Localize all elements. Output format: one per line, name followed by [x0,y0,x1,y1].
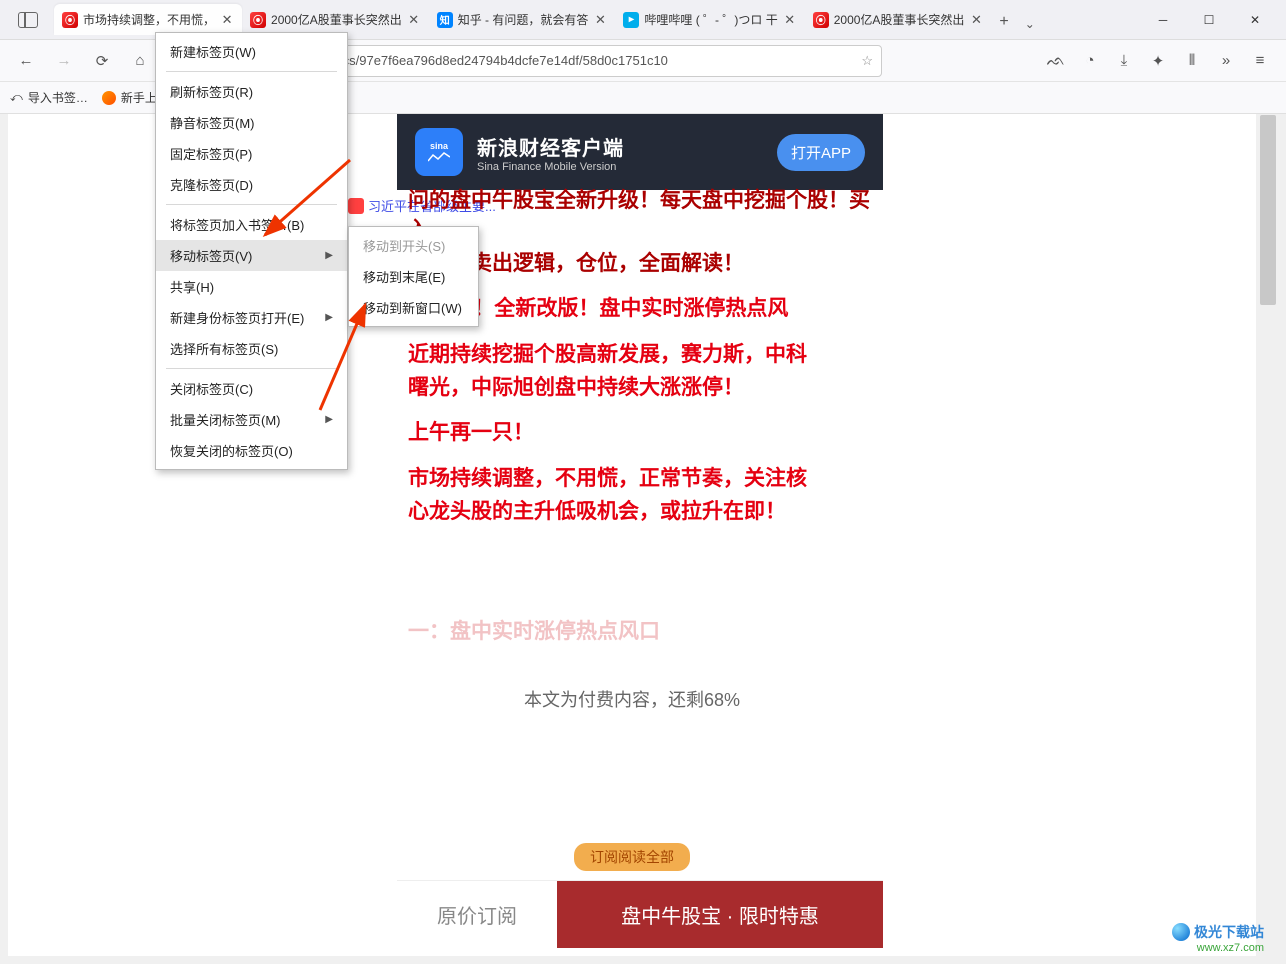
tab-0[interactable]: ⦿ 市场持续调整，不用慌， ✕ [54,4,242,35]
article-line: 上午再一只！ [408,418,876,447]
sina-icon: ⦿ [62,12,78,28]
firefox-icon [102,91,116,105]
menu-share[interactable]: 共享(H) [156,271,347,302]
chevron-right-icon: ▶ [325,414,333,425]
banner-title-cn: 新浪财经客户端 [477,132,763,161]
tab-title: 2000亿A股董事长突然出 [834,11,965,28]
app-banner: sina 新浪财经客户端 Sina Finance Mobile Version… [397,114,883,190]
download-icon[interactable]: ⤓ [1108,45,1140,77]
watermark-url: www.xz7.com [1197,942,1264,954]
close-icon[interactable]: ✕ [783,13,797,27]
article-section-heading: 一：盘中实时涨停热点风口 [408,617,876,646]
tab-title: 市场持续调整，不用慌， [83,11,215,28]
article-line: 曙光，中际旭创盘中持续大涨涨停！ [408,373,876,402]
subscribe-promo[interactable]: 盘中牛股宝 · 限时特惠 [557,881,883,948]
submenu-move-end[interactable]: 移动到末尾(E) [349,261,478,292]
menu-clone-tab[interactable]: 克隆标签页(D) [156,169,347,200]
close-icon[interactable]: ✕ [593,13,607,27]
bookmark-star-icon[interactable]: ☆ [861,53,873,69]
tab-4[interactable]: ⦿ 2000亿A股董事长突然出 ✕ [805,4,992,35]
library-icon[interactable]: ⫴ [1176,45,1208,77]
move-tab-submenu: 移动到开头(S) 移动到末尾(E) 移动到新窗口(W) [348,226,479,327]
menu-close-tab[interactable]: 关闭标签页(C) [156,373,347,404]
submenu-move-new-window[interactable]: 移动到新窗口(W) [349,292,478,323]
sina-app-logo: sina [415,128,463,176]
tab-list-button[interactable]: ⌄ [1017,13,1043,35]
tab-context-menu: 新建标签页(W) 刷新标签页(R) 静音标签页(M) 固定标签页(P) 克隆标签… [155,32,348,470]
maximize-button[interactable]: ☐ [1186,4,1232,36]
label: 新手上 [121,89,157,106]
close-icon[interactable]: ✕ [969,13,983,27]
home-button[interactable]: ⌂ [124,45,156,77]
toolbar-right: ᨒ ◔ ⤓ ✦ ⫴ » ≡ [1040,45,1276,77]
window-controls: ─ ☐ ✕ [1140,4,1278,36]
menu-pin-tab[interactable]: 固定标签页(P) [156,138,347,169]
close-icon[interactable]: ✕ [407,13,421,27]
extension-icon[interactable]: ✦ [1142,45,1174,77]
tab-3[interactable]: ▸ 哔哩哔哩 ( ゜- ゜)つロ 干 ✕ [615,4,804,35]
tab-title: 哔哩哔哩 ( ゜- ゜)つロ 干 [644,11,777,28]
menu-reopen-tab[interactable]: 恢复关闭的标签页(O) [156,435,347,466]
banner-titles: 新浪财经客户端 Sina Finance Mobile Version [477,132,763,173]
article-line: 心龙头股的主升低吸机会，或拉升在即！ [408,497,876,526]
tab-title: 2000亿A股董事长突然出 [271,11,402,28]
zhihu-icon: 知 [437,12,453,28]
pocket-icon[interactable]: ᨒ [1040,45,1072,77]
reload-button[interactable]: ⟳ [86,45,118,77]
menu-new-tab[interactable]: 新建标签页(W) [156,36,347,67]
close-icon[interactable]: ✕ [220,13,234,27]
open-app-button[interactable]: 打开APP [777,134,865,171]
overflow-icon[interactable]: » [1210,45,1242,77]
menu-select-all-tabs[interactable]: 选择所有标签页(S) [156,333,347,364]
watermark-name: 极光下载站 [1194,922,1264,942]
menu-new-container[interactable]: 新建身份标签页打开(E)▶ [156,302,347,333]
titlebar-left [8,12,38,28]
menu-close-multiple[interactable]: 批量关闭标签页(M)▶ [156,404,347,435]
menu-reload-tab[interactable]: 刷新标签页(R) [156,76,347,107]
close-window-button[interactable]: ✕ [1232,4,1278,36]
account-icon[interactable]: ◔ [1074,45,1106,77]
menu-icon[interactable]: ≡ [1244,45,1276,77]
import-bookmarks[interactable]: ⤺ 导入书签… [10,89,88,106]
chevron-right-icon: ▶ [325,312,333,323]
link-icon [348,198,364,214]
subscribe-original-price[interactable]: 原价订阅 [397,881,557,948]
sina-icon: ⦿ [250,12,266,28]
sina-icon: ⦿ [813,12,829,28]
back-button[interactable]: ← [10,45,42,77]
minimize-button[interactable]: ─ [1140,4,1186,36]
banner-title-en: Sina Finance Mobile Version [477,161,763,173]
tab-title: 知乎 - 有问题，就会有答 [458,11,589,28]
bilibili-icon: ▸ [623,12,639,28]
scrollbar-thumb[interactable] [1260,115,1276,305]
menu-move-tab[interactable]: 移动标签页(V)▶ [156,240,347,271]
import-icon: ⤺ [10,90,23,105]
sidebar-toggle-icon[interactable] [18,12,38,28]
tab-1[interactable]: ⦿ 2000亿A股董事长突然出 ✕ [242,4,429,35]
new-tab-button[interactable]: + [991,9,1016,35]
watermark: 极光下载站 www.xz7.com [1172,922,1264,954]
submenu-move-start: 移动到开头(S) [349,230,478,261]
menu-mute-tab[interactable]: 静音标签页(M) [156,107,347,138]
forward-button[interactable]: → [48,45,80,77]
chevron-right-icon: ▶ [325,250,333,261]
menu-bookmark-tab[interactable]: 将标签页加入书签…(B) [156,209,347,240]
getting-started-bookmark[interactable]: 新手上 [102,89,157,106]
tab-strip: ⦿ 市场持续调整，不用慌， ✕ ⦿ 2000亿A股董事长突然出 ✕ 知 知乎 -… [54,4,1140,35]
subscribe-bar: 原价订阅 盘中牛股宝 · 限时特惠 [397,880,883,948]
paywall-notice: 本文为付费内容，还剩68% [8,686,1256,712]
label: 导入书签… [28,89,88,106]
globe-icon [1172,923,1190,941]
article-line: 近期持续挖掘个股高新发展，赛力斯，中科 [408,340,876,369]
subscribe-pill[interactable]: 订阅阅读全部 [574,843,690,871]
tab-2[interactable]: 知 知乎 - 有问题，就会有答 ✕ [429,4,616,35]
vertical-scrollbar[interactable] [1260,115,1276,954]
article-line: 市场持续调整，不用慌，正常节奏，关注核 [408,464,876,493]
